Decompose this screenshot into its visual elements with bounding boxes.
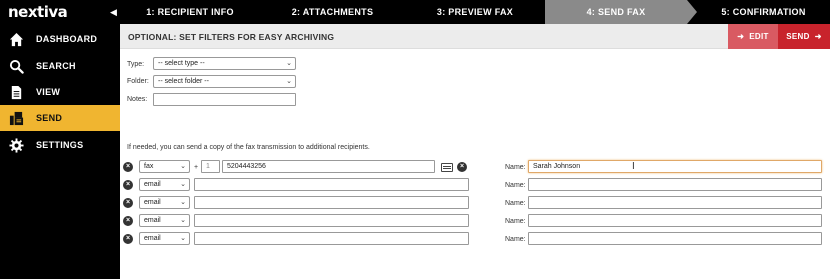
recipient-name-input[interactable]: Sarah Johnson	[528, 160, 822, 173]
wizard-steps: ◀ 1: RECIPIENT INFO 2: ATTACHMENTS 3: PR…	[110, 0, 830, 24]
name-label: Name:	[505, 218, 526, 225]
chevron-down-icon: ⌄	[180, 199, 186, 206]
recipient-name-input[interactable]	[528, 232, 822, 245]
edit-label: EDIT	[749, 32, 769, 41]
recipient-name-input[interactable]	[528, 214, 822, 227]
email-input[interactable]	[194, 178, 469, 191]
method-select[interactable]: email ⌄	[139, 178, 190, 191]
method-select-value: email	[144, 181, 161, 188]
address-book-icon[interactable]	[441, 163, 453, 172]
method-select-value: email	[144, 217, 161, 224]
chevron-down-icon: ⌄	[286, 78, 292, 85]
section-title: OPTIONAL: SET FILTERS FOR EASY ARCHIVING	[128, 32, 335, 42]
folder-select-value: -- select folder --	[158, 78, 209, 85]
sidebar-item-label: SEND	[36, 113, 63, 123]
sidebar-item-label: DASHBOARD	[36, 34, 98, 44]
remove-recipient-button[interactable]: ×	[123, 162, 133, 172]
nextiva-logo[interactable]: nextiva	[0, 0, 120, 24]
remove-recipient-button[interactable]: ×	[123, 234, 133, 244]
type-label: Type:	[127, 61, 145, 68]
chevron-down-icon: ⌄	[180, 181, 186, 188]
email-input[interactable]	[194, 232, 469, 245]
arrow-right-icon: ➜	[814, 32, 822, 41]
chevron-down-icon: ⌄	[286, 60, 292, 67]
method-select[interactable]: email ⌄	[139, 196, 190, 209]
clear-number-button[interactable]: ×	[457, 162, 467, 172]
method-select[interactable]: email ⌄	[139, 214, 190, 227]
sidebar-item-label: SETTINGS	[36, 140, 84, 150]
method-select[interactable]: email ⌄	[139, 232, 190, 245]
step-arrow	[687, 0, 697, 24]
sidebar-item-label: VIEW	[36, 87, 61, 97]
step-attachments[interactable]: 2: ATTACHMENTS	[260, 0, 405, 24]
email-input[interactable]	[194, 196, 469, 209]
folder-label: Folder:	[127, 78, 149, 85]
recipient-name-input[interactable]	[528, 196, 822, 209]
step-preview-fax[interactable]: 3: PREVIEW FAX	[405, 0, 545, 24]
email-input[interactable]	[194, 214, 469, 227]
sidebar-item-search[interactable]: SEARCH	[0, 53, 120, 79]
recipient-name-input[interactable]	[528, 178, 822, 191]
send-label: SEND	[786, 32, 810, 41]
step-recipient-info[interactable]: 1: RECIPIENT INFO	[120, 0, 260, 24]
method-select[interactable]: fax ⌄	[139, 160, 190, 173]
step-confirmation[interactable]: 5: CONFIRMATION	[697, 0, 830, 24]
edit-button[interactable]: ➜ EDIT	[728, 24, 778, 49]
document-icon	[8, 84, 24, 100]
name-label: Name:	[505, 236, 526, 243]
folder-select[interactable]: -- select folder -- ⌄	[153, 75, 296, 88]
gear-icon	[8, 137, 24, 153]
country-code-input[interactable]: 1	[201, 160, 220, 173]
type-select[interactable]: -- select type -- ⌄	[153, 57, 296, 70]
section-header: OPTIONAL: SET FILTERS FOR EASY ARCHIVING…	[120, 24, 830, 49]
sidebar: nextiva DASHBOARD SEARCH VIEW SEND SETTI…	[0, 0, 120, 279]
collapse-arrow-icon[interactable]: ◀	[110, 7, 117, 18]
sidebar-item-view[interactable]: VIEW	[0, 79, 120, 105]
name-label: Name:	[505, 200, 526, 207]
chevron-down-icon: ⌄	[180, 235, 186, 242]
send-button[interactable]: SEND ➜	[778, 24, 830, 49]
name-label: Name:	[505, 182, 526, 189]
method-select-value: email	[144, 235, 161, 242]
remove-recipient-button[interactable]: ×	[123, 198, 133, 208]
method-select-value: email	[144, 199, 161, 206]
notes-label: Notes:	[127, 96, 148, 103]
sidebar-item-dashboard[interactable]: DASHBOARD	[0, 26, 120, 52]
search-icon	[8, 58, 24, 74]
copy-info-text: If needed, you can send a copy of the fa…	[127, 144, 370, 151]
home-icon	[8, 31, 24, 47]
fax-number-input[interactable]: 5204443256	[222, 160, 435, 173]
sidebar-item-send[interactable]: SEND	[0, 105, 120, 131]
chevron-down-icon: ⌄	[180, 163, 186, 170]
notes-input[interactable]	[153, 93, 296, 106]
sidebar-item-settings[interactable]: SETTINGS	[0, 132, 120, 158]
arrow-left-icon: ➜	[737, 32, 745, 41]
chevron-down-icon: ⌄	[180, 217, 186, 224]
name-label: Name:	[505, 164, 526, 171]
method-select-value: fax	[144, 163, 154, 170]
type-select-value: -- select type --	[158, 60, 205, 67]
remove-recipient-button[interactable]: ×	[123, 180, 133, 190]
step-send-fax[interactable]: 4: SEND FAX	[545, 0, 687, 24]
remove-recipient-button[interactable]: ×	[123, 216, 133, 226]
send-fax-icon	[8, 110, 24, 126]
plus-sign: +	[194, 164, 199, 171]
sidebar-item-label: SEARCH	[36, 61, 76, 71]
text-cursor-icon: I	[632, 161, 635, 172]
